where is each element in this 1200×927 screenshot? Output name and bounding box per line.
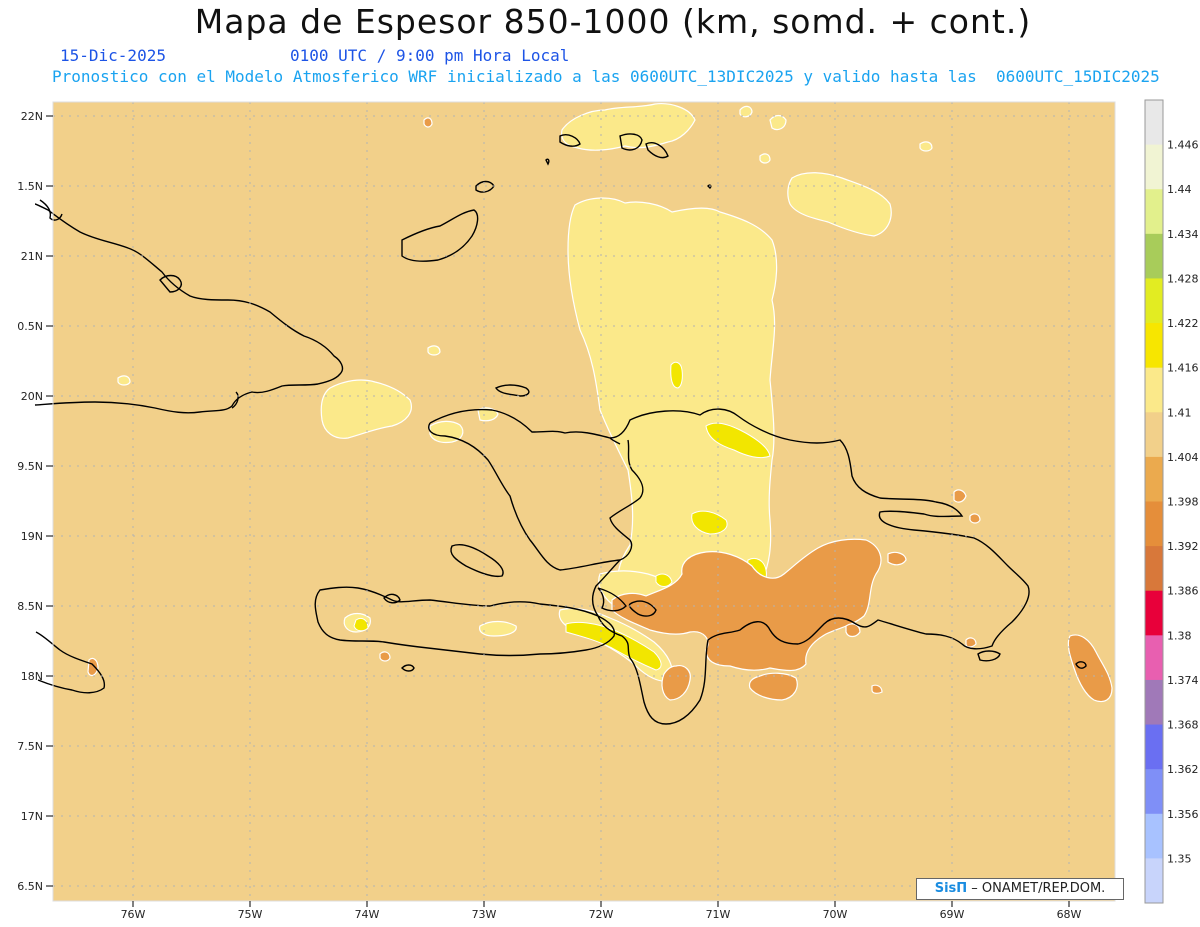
colorbar-label: 1.356 <box>1167 808 1199 821</box>
colorbar-swatch <box>1145 100 1163 146</box>
colorbar-label: 1.35 <box>1167 852 1192 865</box>
credit-box: SisΠ – ONAMET/REP.DOM. <box>916 878 1124 900</box>
lat-label: 0.5N <box>17 320 43 333</box>
colorbar-swatch <box>1145 501 1163 547</box>
colorbar-label: 1.44 <box>1167 183 1192 196</box>
colorbar-swatch <box>1145 724 1163 770</box>
lon-label: 69W <box>940 908 965 921</box>
lat-label: 19N <box>21 530 43 543</box>
lat-label: 7.5N <box>17 740 43 753</box>
colorbar-label: 1.446 <box>1167 139 1199 152</box>
lat-label: 22N <box>21 110 43 123</box>
lat-label: 6.5N <box>17 880 43 893</box>
colorbar-swatch <box>1145 189 1163 235</box>
map-canvas: 22N 1.5N 21N 0.5N 20N 9.5N 19N 8.5N 18N … <box>17 99 1199 921</box>
colorbar-swatch <box>1145 769 1163 815</box>
colorbar-label: 1.392 <box>1167 540 1199 553</box>
colorbar-swatch <box>1145 323 1163 369</box>
lon-label: 68W <box>1057 908 1082 921</box>
colorbar-swatch <box>1145 233 1163 279</box>
colorbar-swatch <box>1145 367 1163 413</box>
lon-label: 72W <box>589 908 614 921</box>
colorbar-swatch <box>1145 412 1163 458</box>
lat-label: 21N <box>21 250 43 263</box>
lon-label: 75W <box>238 908 263 921</box>
colorbar-swatch <box>1145 679 1163 726</box>
lat-label: 18N <box>21 670 43 683</box>
lat-label: 8.5N <box>17 600 43 613</box>
lat-label: 17N <box>21 810 43 823</box>
colorbar-swatch <box>1145 590 1163 636</box>
colorbar: 1.446 1.44 1.434 1.428 1.422 1.416 1.41 1.404 1.… <box>1144 99 1199 904</box>
sistpi-logo: SisΠ <box>934 881 968 896</box>
longitude-labels: 76W 75W 74W 73W 72W 71W 70W 69W 68W <box>121 908 1082 921</box>
colorbar-label: 1.368 <box>1167 719 1199 732</box>
colorbar-label: 1.398 <box>1167 496 1199 509</box>
colorbar-label: 1.422 <box>1167 317 1199 330</box>
colorbar-label: 1.386 <box>1167 585 1199 598</box>
colorbar-swatch <box>1145 858 1163 904</box>
lon-label: 76W <box>121 908 146 921</box>
lon-label: 70W <box>823 908 848 921</box>
colorbar-label: 1.428 <box>1167 272 1199 285</box>
colorbar-label: 1.404 <box>1167 451 1199 464</box>
colorbar-swatch <box>1145 278 1163 324</box>
latitude-labels: 22N 1.5N 21N 0.5N 20N 9.5N 19N 8.5N 18N … <box>17 110 43 893</box>
colorbar-label: 1.434 <box>1167 228 1199 241</box>
colorbar-swatch <box>1145 546 1163 592</box>
colorbar-label: 1.362 <box>1167 763 1199 776</box>
colorbar-swatch <box>1145 456 1163 502</box>
lat-label: 1.5N <box>17 180 43 193</box>
colorbar-swatch <box>1145 813 1163 859</box>
lon-label: 71W <box>706 908 731 921</box>
colorbar-label: 1.374 <box>1167 674 1199 687</box>
lon-label: 74W <box>355 908 380 921</box>
lat-label: 9.5N <box>17 460 43 473</box>
lat-label: 20N <box>21 390 43 403</box>
colorbar-label: 1.41 <box>1167 406 1192 419</box>
colorbar-label: 1.38 <box>1167 629 1192 642</box>
lon-label: 73W <box>472 908 497 921</box>
colorbar-label: 1.416 <box>1167 362 1199 375</box>
credit-text: – ONAMET/REP.DOM. <box>967 881 1106 896</box>
colorbar-swatch <box>1145 144 1163 190</box>
colorbar-swatch <box>1145 635 1163 681</box>
